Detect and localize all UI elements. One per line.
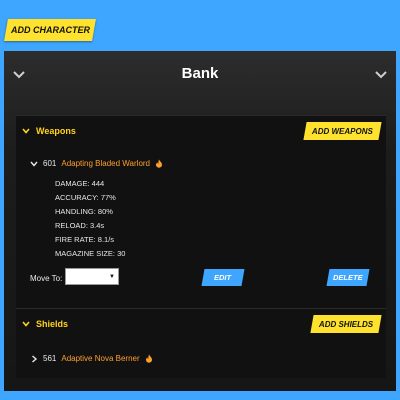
move-to-select[interactable]: ▼ (65, 268, 119, 285)
add-character-label: ADD CHARACTER (10, 25, 90, 35)
chevron-down-icon (22, 321, 30, 327)
chevron-down-icon[interactable] (373, 67, 389, 83)
bank-title: Bank (181, 65, 219, 82)
weapons-toggle[interactable]: Weapons (22, 126, 76, 136)
delete-label: DELETE (333, 273, 363, 282)
flame-icon (156, 159, 163, 168)
stat-line: DAMAGE: 444 (55, 179, 105, 188)
add-weapons-button[interactable]: ADD WEAPONS (303, 122, 382, 140)
chevron-down-icon (30, 161, 38, 167)
edit-button[interactable]: EDIT (201, 269, 245, 286)
shield-item-toggle[interactable]: 561 Adaptive Nova Berner (30, 354, 153, 363)
chevron-down-icon (22, 128, 30, 134)
shields-toggle[interactable]: Shields (22, 319, 68, 329)
shields-section: Shields ADD SHIELDS 561 Adaptive Nova Be… (16, 308, 386, 378)
weapons-title: Weapons (36, 126, 76, 136)
stat-line: FIRE RATE: 8.1/s (55, 235, 115, 244)
edit-label: EDIT (214, 273, 232, 282)
stat-line: MAGAZINE SIZE: 30 (55, 249, 126, 258)
add-weapons-label: ADD WEAPONS (312, 126, 373, 136)
delete-button[interactable]: DELETE (326, 269, 370, 286)
add-character-button[interactable]: ADD CHARACTER (4, 19, 96, 41)
add-shields-label: ADD SHIELDS (318, 319, 373, 329)
add-shields-button[interactable]: ADD SHIELDS (310, 315, 382, 333)
weapon-item-name: Adapting Bladed Warlord (61, 159, 151, 168)
bank-header: Bank (4, 51, 396, 99)
flame-icon (145, 354, 152, 363)
stat-line: HANDLING: 80% (55, 207, 113, 216)
bank-panel: Bank Weapons ADD WEAPONS 601 Adapting Bl… (4, 51, 396, 391)
stat-line: ACCURACY: 77% (55, 193, 116, 202)
shield-item-id: 561 (43, 354, 57, 363)
chevron-right-icon (32, 354, 38, 363)
stat-line: RELOAD: 3.4s (55, 221, 105, 230)
weapon-item-toggle[interactable]: 601 Adapting Bladed Warlord (30, 159, 163, 168)
weapon-item-id: 601 (43, 159, 57, 168)
dropdown-arrow-icon: ▼ (109, 273, 115, 280)
shield-item-name: Adaptive Nova Berner (61, 354, 140, 363)
shields-title: Shields (36, 319, 69, 329)
move-to-label: Move To: (30, 274, 63, 283)
weapon-stats: DAMAGE: 444 ACCURACY: 77% HANDLING: 80% … (55, 177, 125, 261)
